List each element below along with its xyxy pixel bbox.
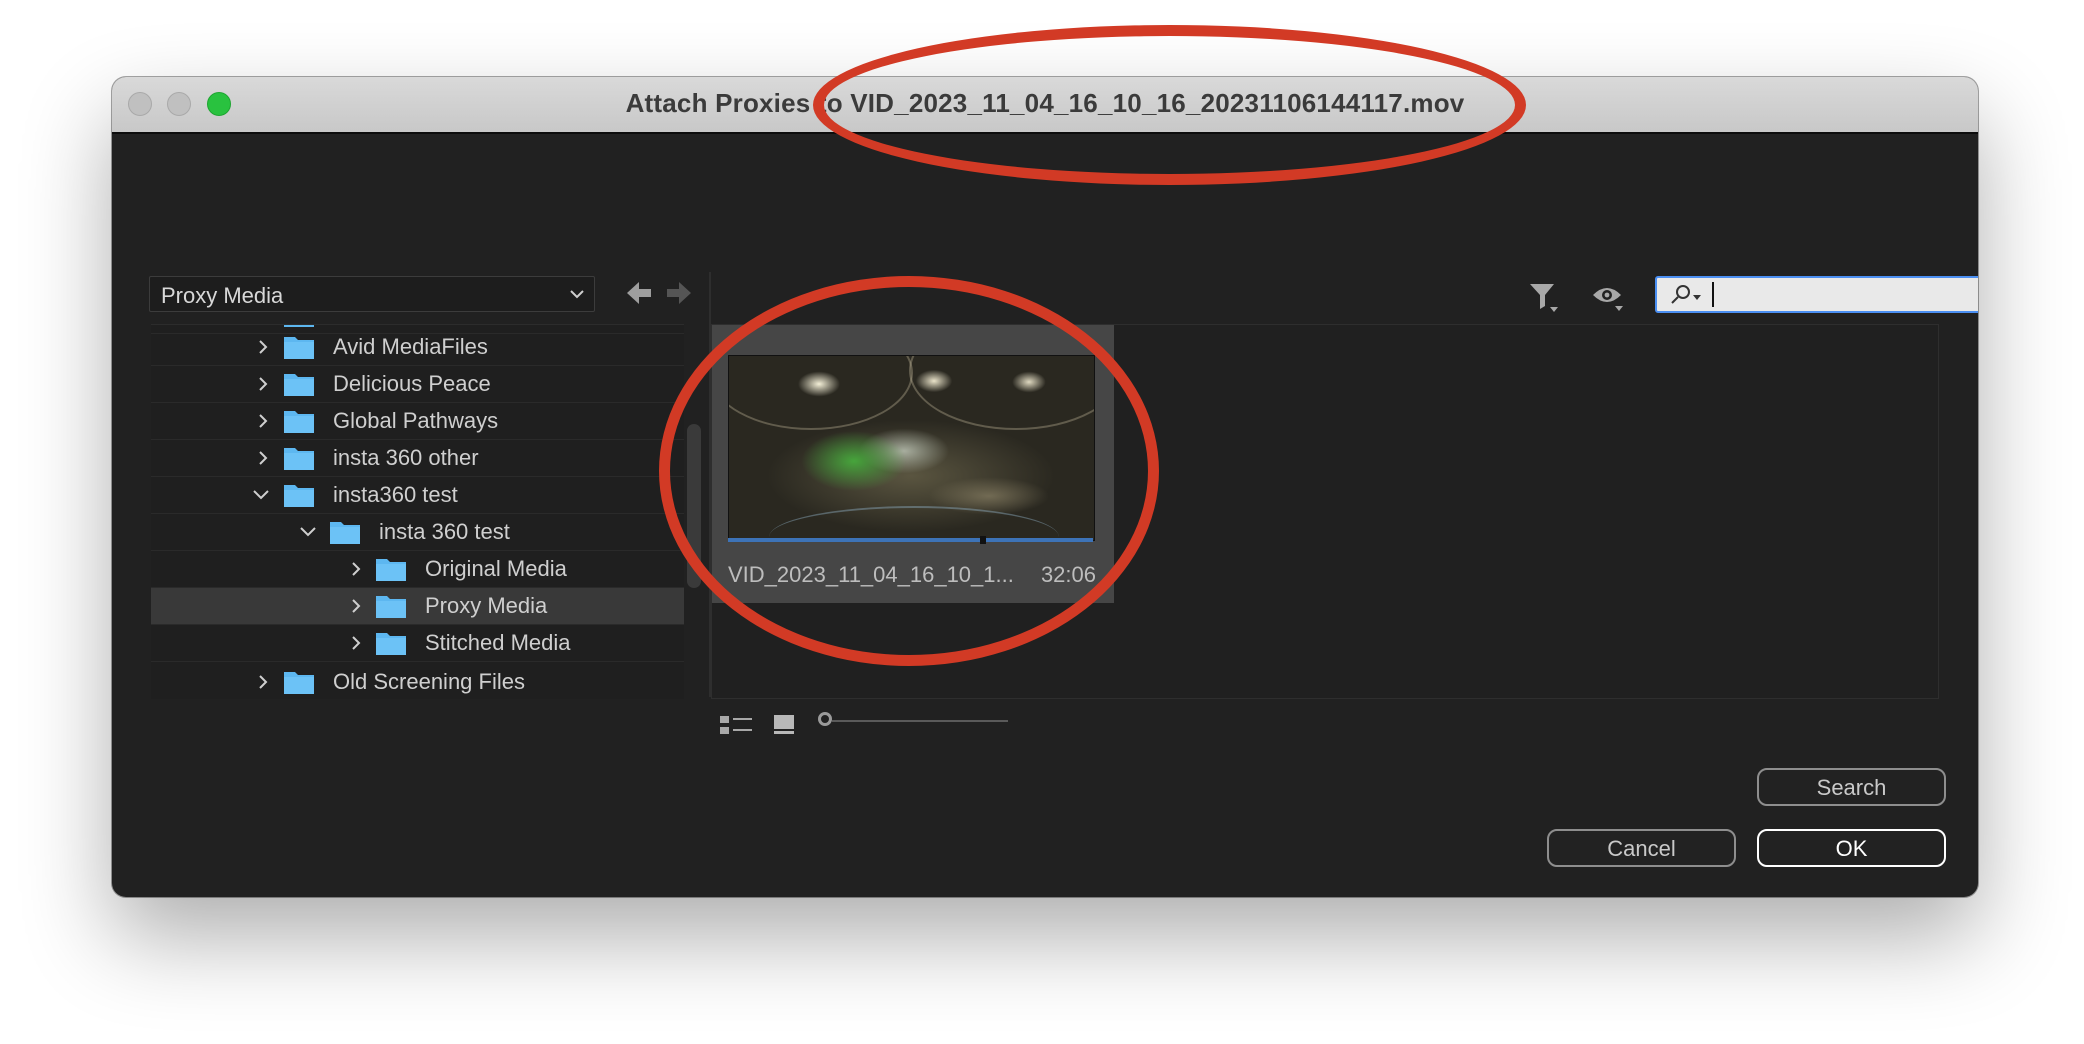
chevron-right-icon[interactable] bbox=[349, 598, 363, 614]
tree-item-label: Avid MediaFiles bbox=[333, 334, 488, 359]
tree-item-label: Old Screening Files bbox=[333, 669, 525, 694]
eye-icon[interactable] bbox=[1591, 284, 1625, 312]
window-title: Attach Proxies to VID_2023_11_04_16_10_1… bbox=[625, 88, 1465, 118]
media-item-name: VID_2023_11_04_16_10_1... bbox=[728, 562, 1014, 587]
icon-view-icon[interactable] bbox=[772, 713, 796, 737]
location-dropdown-label: Proxy Media bbox=[161, 283, 284, 308]
slider-knob[interactable] bbox=[818, 712, 832, 726]
chevron-right-icon[interactable] bbox=[256, 674, 270, 690]
chevron-right-icon[interactable] bbox=[349, 561, 363, 577]
forward-arrow-icon[interactable] bbox=[665, 280, 693, 306]
media-item-duration: 32:06 bbox=[1040, 562, 1096, 587]
folder-icon bbox=[284, 448, 314, 470]
media-browser: VID_2023_11_04_16_10_1... 32:06 bbox=[711, 324, 1939, 699]
filter-icon[interactable] bbox=[1528, 281, 1560, 313]
tree-item-label: Original Media bbox=[425, 556, 567, 581]
search-input[interactable] bbox=[1709, 281, 1978, 309]
folder-icon bbox=[376, 633, 406, 655]
folder-icon bbox=[284, 672, 314, 694]
location-dropdown[interactable]: Proxy Media bbox=[149, 276, 595, 312]
ok-button[interactable]: OK bbox=[1757, 829, 1946, 867]
chevron-right-icon[interactable] bbox=[256, 450, 270, 466]
tree-scrollbar[interactable] bbox=[687, 424, 701, 588]
attach-proxies-dialog: Attach Proxies to VID_2023_11_04_16_10_1… bbox=[112, 77, 1978, 897]
chevron-right-icon[interactable] bbox=[349, 635, 363, 651]
folder-icon bbox=[330, 522, 360, 544]
search-button[interactable]: Search bbox=[1757, 768, 1946, 806]
tree-row[interactable]: Old Screening Files bbox=[151, 664, 684, 699]
folder-icon bbox=[284, 325, 314, 327]
tree-item-label: insta 360 other bbox=[333, 445, 479, 470]
slider-track[interactable] bbox=[832, 720, 1008, 722]
tree-row[interactable]: insta 360 other bbox=[151, 440, 684, 477]
tree-row[interactable]: Global Pathways bbox=[151, 403, 684, 440]
folder-icon bbox=[376, 559, 406, 581]
chevron-down-icon bbox=[570, 290, 584, 299]
tree-item-label: Global Pathways bbox=[333, 408, 499, 433]
tree-row[interactable]: Avid MediaFiles bbox=[151, 329, 684, 366]
folder-icon bbox=[284, 337, 314, 359]
chevron-down-icon[interactable] bbox=[252, 487, 270, 501]
tree-item-label: insta360 test bbox=[333, 482, 458, 507]
media-thumbnail[interactable] bbox=[728, 355, 1095, 541]
tree-row[interactable]: insta360 test bbox=[151, 477, 684, 514]
tree-row[interactable]: Delicious Peace bbox=[151, 366, 684, 403]
tree-row[interactable]: insta 360 test bbox=[151, 514, 684, 551]
tree-item-label: Delicious Peace bbox=[333, 371, 491, 396]
text-cursor bbox=[1712, 282, 1714, 307]
tree-item-label: insta 360 test bbox=[379, 519, 510, 544]
cancel-button[interactable]: Cancel bbox=[1547, 829, 1736, 867]
chevron-right-icon[interactable] bbox=[256, 339, 270, 355]
thumbnail-scrub-bar[interactable] bbox=[728, 536, 1093, 544]
folder-icon bbox=[284, 374, 314, 396]
back-arrow-icon[interactable] bbox=[625, 280, 653, 306]
list-view-icon[interactable] bbox=[719, 714, 753, 736]
thumbnail-size-slider[interactable] bbox=[818, 711, 1008, 731]
chevron-down-icon[interactable] bbox=[299, 524, 317, 538]
tree-item-label: Stitched Media bbox=[425, 630, 571, 655]
search-field[interactable] bbox=[1655, 276, 1978, 313]
tree-row[interactable]: Original Media bbox=[151, 551, 684, 588]
folder-icon bbox=[284, 411, 314, 433]
tree-row[interactable]: Stitched Media bbox=[151, 625, 684, 662]
media-item[interactable]: VID_2023_11_04_16_10_1... 32:06 bbox=[712, 325, 1114, 603]
folder-tree: Avid MediaFiles Delicious Peace Global P… bbox=[151, 324, 684, 699]
magnifier-icon[interactable] bbox=[1669, 284, 1703, 306]
folder-icon bbox=[376, 596, 406, 618]
folder-icon bbox=[284, 485, 314, 507]
title-bar: Attach Proxies to VID_2023_11_04_16_10_1… bbox=[112, 77, 1978, 134]
playhead[interactable] bbox=[980, 536, 986, 544]
chevron-right-icon[interactable] bbox=[256, 376, 270, 392]
tree-row-selected[interactable]: Proxy Media bbox=[151, 588, 684, 625]
tree-item-label: Proxy Media bbox=[425, 593, 548, 618]
chevron-right-icon[interactable] bbox=[256, 413, 270, 429]
